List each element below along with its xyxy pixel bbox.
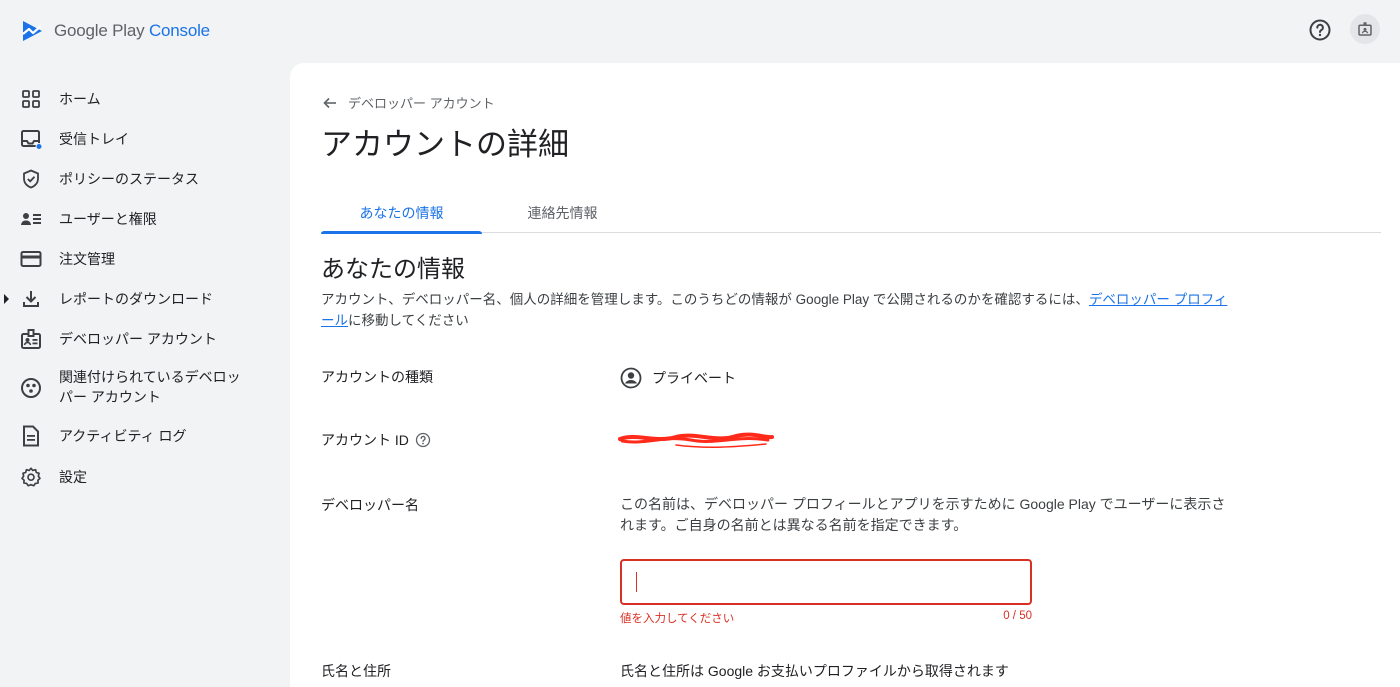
account-type-value: プライベート xyxy=(620,367,736,389)
expand-arrow-icon[interactable] xyxy=(4,294,9,304)
section-description: アカウント、デベロッパー名、個人の詳細を管理します。このうちどの情報が Goog… xyxy=(321,292,1228,328)
badge-icon xyxy=(20,328,42,350)
tab-contact-info[interactable]: 連絡先情報 xyxy=(491,193,634,233)
sidebar-item-home[interactable]: ホーム xyxy=(0,88,288,110)
account-type-label: アカウントの種類 xyxy=(321,369,433,385)
breadcrumb-label: デベロッパー アカウント xyxy=(348,96,495,111)
document-icon xyxy=(20,425,42,447)
account-id-label: アカウント ID xyxy=(321,430,431,450)
sidebar-item-users-permissions[interactable]: ユーザーと権限 xyxy=(0,208,288,230)
sidebar-item-label: 受信トレイ xyxy=(59,131,129,147)
sidebar-item-label: 関連付けられているデベロッ パー アカウント xyxy=(59,369,241,405)
play-console-logo-icon xyxy=(22,21,42,41)
sidebar-item-label: ユーザーと権限 xyxy=(59,211,157,227)
logo-text: Google Play Console xyxy=(54,21,210,40)
account-avatar-icon[interactable] xyxy=(1350,14,1380,44)
sidebar-item-label: デベロッパー アカウント xyxy=(59,331,217,347)
sidebar-item-inbox[interactable]: 受信トレイ xyxy=(0,128,288,150)
sidebar-item-order-management[interactable]: 注文管理 xyxy=(0,248,288,270)
sidebar-nav: ホーム 受信トレイ ポリシーのステータス ユーザーと権限 注文管理 レポートのダ… xyxy=(0,62,288,687)
sidebar-item-policy-status[interactable]: ポリシーのステータス xyxy=(0,168,288,190)
breadcrumb[interactable]: デベロッパー アカウント xyxy=(322,93,495,112)
main-content-panel: デベロッパー アカウント アカウントの詳細 あなたの情報 連絡先情報 あなたの情… xyxy=(290,63,1400,687)
section-title: あなたの情報 xyxy=(321,256,465,283)
developer-name-error: 値を入力してください xyxy=(620,613,735,625)
sidebar-item-settings[interactable]: 設定 xyxy=(0,466,288,488)
sidebar-item-linked-developer-accounts[interactable]: 関連付けられているデベロッ パー アカウント xyxy=(0,366,288,408)
sidebar-item-label: レポートのダウンロード xyxy=(59,291,213,307)
top-app-bar: Google Play Console xyxy=(0,0,1400,62)
sidebar-item-label: ホーム xyxy=(59,91,101,107)
help-icon[interactable] xyxy=(1306,16,1334,44)
linked-accounts-icon xyxy=(20,377,42,399)
sidebar-item-activity-log[interactable]: アクティビティ ログ xyxy=(0,425,288,447)
developer-name-char-count: 0 / 50 xyxy=(1003,610,1032,622)
tab-bar: あなたの情報 連絡先情報 xyxy=(321,193,1381,234)
dashboard-grid-icon xyxy=(20,88,42,110)
sidebar-item-label: 注文管理 xyxy=(59,251,115,267)
sidebar-item-label: アクティビティ ログ xyxy=(59,428,187,444)
gear-icon xyxy=(20,466,42,488)
inbox-icon xyxy=(20,128,42,150)
account-type-text: プライベート xyxy=(652,370,736,386)
developer-name-description: この名前は、デベロッパー プロフィールとアプリを示すために Google Pla… xyxy=(620,496,1226,533)
sidebar-item-developer-account[interactable]: デベロッパー アカウント xyxy=(0,328,288,350)
download-icon xyxy=(20,288,42,310)
sidebar-item-label: 設定 xyxy=(59,469,87,485)
back-arrow-icon xyxy=(323,97,336,108)
developer-name-label: デベロッパー名 xyxy=(321,497,419,513)
users-permissions-icon xyxy=(20,208,42,230)
credit-card-icon xyxy=(20,248,42,270)
redacted-account-id-scribble xyxy=(618,432,774,448)
play-console-logo[interactable]: Google Play Console xyxy=(20,18,210,44)
name-address-value: 氏名と住所は Google お支払いプロファイルから取得されます xyxy=(620,663,1009,679)
help-tooltip-icon[interactable] xyxy=(415,432,431,448)
shield-icon xyxy=(20,168,42,190)
page-title: アカウントの詳細 xyxy=(321,127,569,162)
sidebar-item-label: ポリシーのステータス xyxy=(59,171,199,187)
account-circle-icon xyxy=(620,367,642,389)
sidebar-item-report-downloads[interactable]: レポートのダウンロード xyxy=(0,288,288,310)
text-cursor xyxy=(636,572,637,592)
name-address-label: 氏名と住所 xyxy=(321,663,391,679)
developer-name-input[interactable] xyxy=(620,559,1032,605)
tab-your-info[interactable]: あなたの情報 xyxy=(321,193,482,234)
